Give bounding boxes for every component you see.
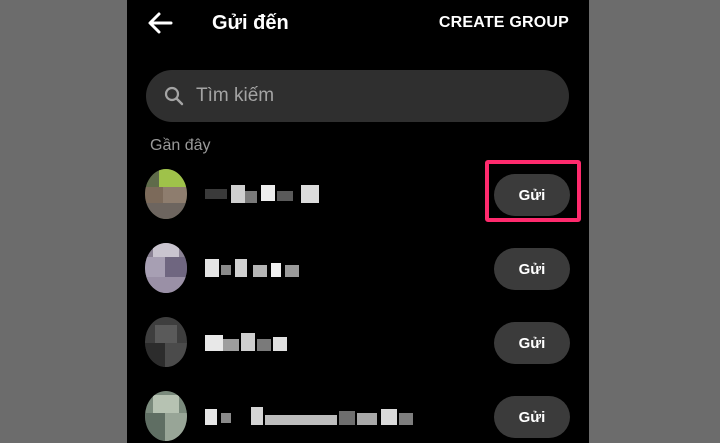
contact-name xyxy=(205,407,417,425)
contact-name xyxy=(205,333,305,351)
contact-row: Gửi xyxy=(127,379,589,443)
contact-name xyxy=(205,259,305,277)
back-button[interactable] xyxy=(145,8,175,38)
send-button[interactable]: Gửi xyxy=(494,322,570,364)
send-button[interactable]: Gửi xyxy=(494,248,570,290)
arrow-left-icon xyxy=(148,12,173,34)
send-button[interactable]: Gửi xyxy=(494,174,570,216)
contact-row: Gửi xyxy=(127,231,589,305)
search-icon xyxy=(164,86,184,106)
contact-row: Gửi xyxy=(127,157,589,231)
header: Gửi đến CREATE GROUP xyxy=(127,0,589,46)
avatar xyxy=(145,243,187,293)
contact-row: Gửi xyxy=(127,305,589,379)
avatar xyxy=(145,391,187,441)
share-screen: Gửi đến CREATE GROUP Gần đây xyxy=(127,0,589,443)
send-button[interactable]: Gửi xyxy=(494,396,570,438)
page-title: Gửi đến xyxy=(212,12,289,34)
avatar xyxy=(145,317,187,367)
contact-name xyxy=(205,185,325,203)
section-label-recent: Gần đây xyxy=(150,137,211,154)
search-bar[interactable] xyxy=(146,70,569,122)
search-input[interactable] xyxy=(196,70,546,122)
create-group-button[interactable]: CREATE GROUP xyxy=(439,12,569,34)
avatar xyxy=(145,169,187,219)
